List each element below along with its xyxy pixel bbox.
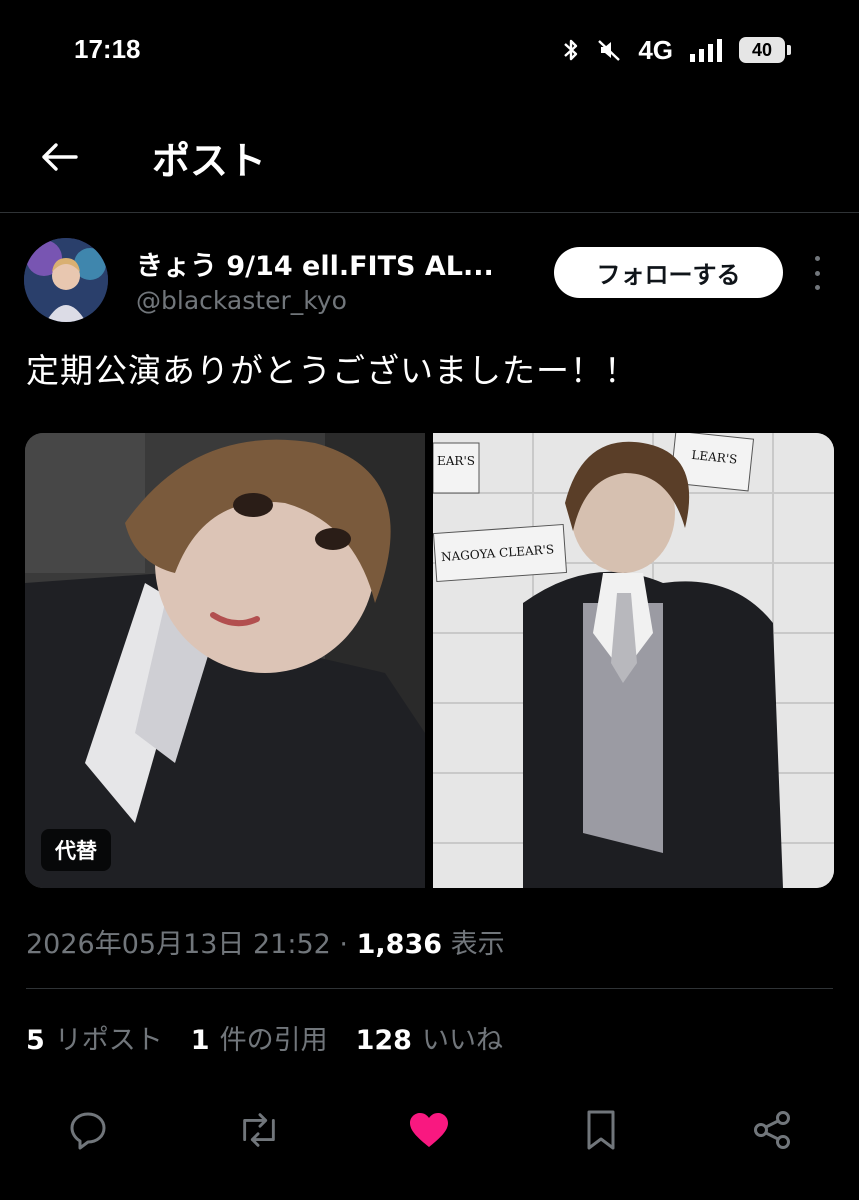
meta-divider [26, 988, 833, 989]
back-button[interactable] [36, 134, 82, 180]
more-options-icon[interactable] [806, 256, 828, 290]
author-handle[interactable]: @blackaster_kyo [136, 286, 347, 315]
heart-filled-icon [410, 1113, 448, 1147]
share-button[interactable] [750, 1108, 794, 1152]
battery-indicator: 40 [739, 37, 791, 63]
repost-count-link[interactable]: 5 リポスト [26, 1018, 163, 1057]
quote-label: 件の引用 [219, 1025, 328, 1056]
alt-text-badge[interactable]: 代替 [41, 829, 111, 871]
quote-count-link[interactable]: 1 件の引用 [191, 1018, 328, 1057]
quote-count: 1 [190, 1025, 210, 1056]
reply-button[interactable] [66, 1108, 110, 1152]
like-button[interactable] [407, 1108, 451, 1152]
status-time: 17:18 [74, 34, 141, 64]
share-icon [754, 1111, 790, 1149]
repost-icon [243, 1113, 275, 1147]
author-display-name[interactable]: きょう 9/14 ell.FITS AL... [136, 244, 494, 283]
arrow-left-icon [42, 143, 78, 171]
meta-separator: · [339, 929, 349, 960]
avatar[interactable] [24, 238, 108, 322]
tweet-timestamp[interactable]: 2026年05月13日 21:52 [26, 929, 331, 960]
bookmark-icon [587, 1110, 615, 1150]
status-icons: 4G 40 [562, 34, 791, 66]
repost-button[interactable] [237, 1108, 281, 1152]
sign-text-1: EAR'S [437, 454, 475, 468]
like-count-link[interactable]: 128 いいね [356, 1018, 503, 1057]
mute-icon [598, 40, 621, 61]
tweet-meta: 2026年05月13日 21:52 · 1,836 表示 [26, 922, 505, 961]
repost-label: リポスト [54, 1025, 163, 1056]
view-count-label: 表示 [450, 929, 505, 960]
photo-2-image: EAR'S LEAR'S NAGOYA CLEAR'S [433, 433, 834, 888]
tweet-photo-2[interactable]: EAR'S LEAR'S NAGOYA CLEAR'S [433, 433, 834, 888]
avatar-image [24, 238, 108, 322]
repost-count: 5 [26, 1025, 45, 1056]
page-title: ポスト [152, 139, 267, 183]
tweet-photo-1[interactable] [25, 433, 425, 888]
follow-button[interactable]: フォローする [554, 247, 783, 298]
like-label: いいね [421, 1025, 503, 1056]
network-type: 4G [638, 34, 673, 65]
signal-icon [690, 39, 722, 62]
reply-icon [70, 1112, 106, 1150]
tweet-stats: 5 リポスト 1 件の引用 128 いいね [26, 1018, 531, 1057]
view-count: 1,836 [356, 929, 443, 960]
like-count: 128 [355, 1025, 412, 1056]
bookmark-button[interactable] [579, 1108, 623, 1152]
bluetooth-icon [564, 39, 578, 61]
header-divider [0, 212, 859, 213]
tweet-text: 定期公演ありがとうございましたー！！ [26, 351, 638, 390]
photo-1-image [25, 433, 425, 888]
